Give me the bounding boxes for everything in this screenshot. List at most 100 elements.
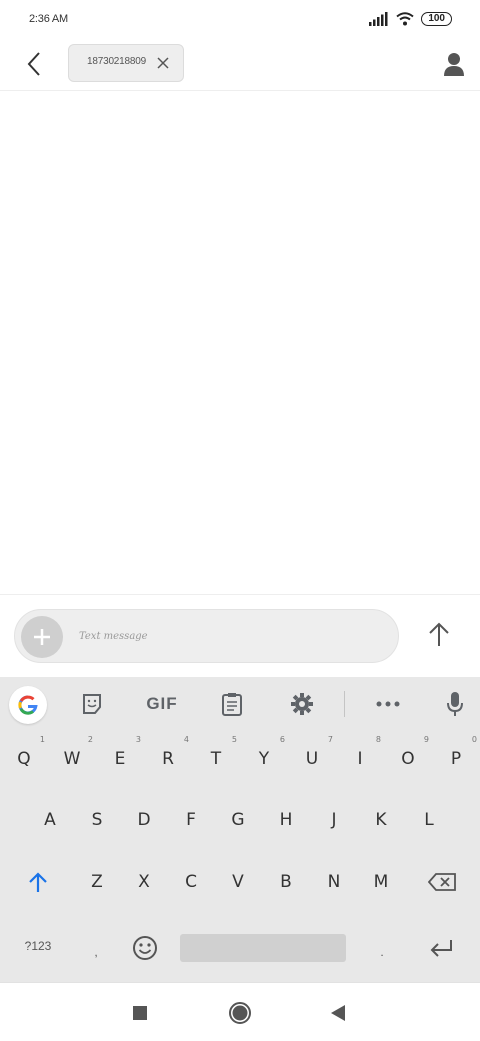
key-f[interactable]: F [167,790,215,850]
gif-button[interactable]: GIF [142,686,182,722]
period-key[interactable]: . [370,937,394,967]
recents-button[interactable] [126,999,154,1027]
message-input[interactable] [79,626,379,646]
key-hint: 4 [183,735,189,744]
key-z[interactable]: Z [73,852,121,912]
status-time: 2:36 AM [29,13,68,25]
key-v[interactable]: V [214,852,262,912]
key-label: D [137,810,151,830]
key-row-1: Q1 W2 E3 R4 T5 Y6 U7 I8 O9 P0 [0,729,480,789]
recipient-number: 18730218809 [87,56,146,67]
space-bar[interactable] [180,934,346,962]
clipboard-icon [222,693,242,716]
key-hint: 6 [279,735,285,744]
enter-key[interactable] [424,931,458,965]
sticker-button[interactable] [74,686,110,722]
google-button[interactable] [9,686,47,724]
toolbar-divider [344,691,345,717]
key-label: J [331,810,337,830]
status-bar: 2:36 AM 100 [0,0,480,40]
key-label: O [401,749,415,769]
key-label: R [162,749,174,769]
microphone-icon [447,692,463,716]
shift-key[interactable] [14,852,62,912]
close-icon[interactable] [156,56,170,70]
key-label: H [279,810,293,830]
person-icon[interactable] [440,50,468,78]
backspace-icon [428,873,456,891]
key-x[interactable]: X [120,852,168,912]
key-hint: 9 [423,735,429,744]
key-n[interactable]: N [310,852,358,912]
key-o[interactable]: O9 [384,729,432,789]
key-label: C [185,872,197,892]
keyboard-toolbar: GIF [0,677,480,732]
conversation-header: 18730218809 [0,40,480,91]
key-hint: 2 [87,735,93,744]
key-label: Q [17,749,31,769]
key-label: F [186,810,196,830]
key-e[interactable]: E3 [96,729,144,789]
chevron-left-icon [27,52,40,76]
home-button[interactable] [226,999,254,1027]
navigation-bar [0,982,480,1041]
key-label: T [210,749,222,769]
key-t[interactable]: T5 [192,729,240,789]
emoji-key[interactable] [128,931,162,965]
comma-key[interactable]: , [84,937,108,967]
wifi-icon [396,12,414,26]
compose-bar [14,609,399,663]
key-j[interactable]: J [310,790,358,850]
key-c[interactable]: C [167,852,215,912]
gif-label: GIF [146,694,178,713]
square-icon [133,1006,147,1020]
voice-input-button[interactable] [440,686,470,722]
key-label: E [114,749,126,769]
attach-button[interactable] [21,616,63,658]
sticker-icon [83,694,101,714]
key-l[interactable]: L [405,790,453,850]
key-r[interactable]: R4 [144,729,192,789]
recipient-chip[interactable]: 18730218809 [68,44,184,82]
key-d[interactable]: D [120,790,168,850]
key-hint: 8 [375,735,381,744]
key-g[interactable]: G [214,790,262,850]
key-h[interactable]: H [262,790,310,850]
key-p[interactable]: P0 [432,729,480,789]
back-nav-button[interactable] [324,999,352,1027]
settings-button[interactable] [284,686,320,722]
key-label: K [375,810,387,830]
symbols-key[interactable]: ?123 [16,929,60,963]
key-label: L [424,810,434,830]
key-label: Z [91,872,103,892]
key-hint: 5 [231,735,237,744]
more-button[interactable] [370,686,406,722]
gear-icon [291,693,313,715]
key-k[interactable]: K [357,790,405,850]
back-button[interactable] [20,50,48,78]
key-u[interactable]: U7 [288,729,336,789]
circle-icon [229,1002,251,1024]
key-label: Y [258,749,270,769]
keyboard: GIF Q 1 W 2 E 3 R 4 T 5 Y 6 U 7 I 8 O 9 … [0,677,480,982]
key-hint: 1 [39,735,45,744]
arrow-up-icon[interactable] [424,620,454,650]
clipboard-button[interactable] [214,686,250,722]
key-row-2: A S D F G H J K L [0,790,480,850]
key-y[interactable]: Y6 [240,729,288,789]
key-label: X [138,872,150,892]
triangle-back-icon [331,1005,345,1021]
emoji-icon [133,936,157,960]
key-s[interactable]: S [73,790,121,850]
backspace-key[interactable] [418,852,466,912]
key-m[interactable]: M [357,852,405,912]
key-a[interactable]: A [26,790,74,850]
key-b[interactable]: B [262,852,310,912]
key-w[interactable]: W2 [48,729,96,789]
key-hint: 3 [135,735,141,744]
key-label: S [91,810,103,830]
message-thread [0,91,480,595]
key-q[interactable]: Q1 [0,729,48,789]
key-i[interactable]: I8 [336,729,384,789]
key-label: A [44,810,56,830]
